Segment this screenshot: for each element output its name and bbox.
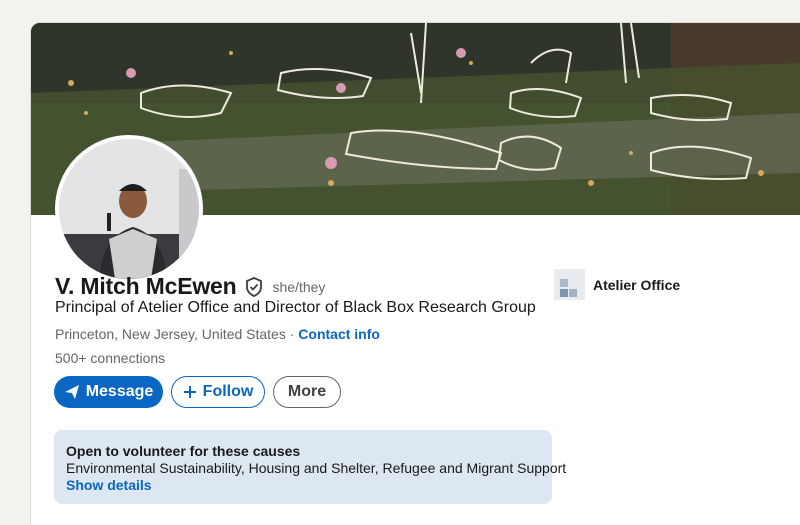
profile-name: V. Mitch McEwen <box>55 273 237 299</box>
profile-avatar[interactable] <box>55 135 203 283</box>
volunteer-causes: Environmental Sustainability, Housing an… <box>66 460 567 476</box>
profile-headline: Principal of Atelier Office and Director… <box>55 299 536 316</box>
company-logo <box>554 269 585 300</box>
connections-count[interactable]: 500+ connections <box>55 350 165 366</box>
follow-button-label: Follow <box>202 383 254 400</box>
profile-pronouns: she/they <box>272 278 326 295</box>
more-button-label: More <box>287 383 327 400</box>
volunteer-title: Open to volunteer for these causes <box>66 443 301 459</box>
contact-info-link[interactable]: Contact info <box>298 326 380 342</box>
name-row: V. Mitch McEwen she/they <box>55 273 325 300</box>
volunteer-causes-box: Open to volunteer for these causes Envir… <box>54 430 567 504</box>
message-button[interactable]: Message <box>54 376 163 408</box>
show-details-link[interactable]: Show details <box>66 477 540 494</box>
profile-card: V. Mitch McEwen she/they Principal of At… <box>31 23 800 525</box>
profile-location: Princeton, New Jersey, United States <box>55 326 286 342</box>
current-company[interactable]: Atelier Office <box>554 269 680 300</box>
profile-actions: Message Follow More <box>54 376 341 408</box>
location-separator: · <box>285 326 299 342</box>
verified-shield-icon[interactable] <box>244 276 264 297</box>
location-row: Princeton, New Jersey, United States · C… <box>55 326 380 342</box>
paper-plane-icon <box>64 384 80 400</box>
plus-icon <box>183 385 197 399</box>
company-name: Atelier Office <box>593 276 681 293</box>
follow-button[interactable]: Follow <box>171 376 265 408</box>
more-button[interactable]: More <box>273 376 341 408</box>
message-button-label: Message <box>85 383 154 400</box>
